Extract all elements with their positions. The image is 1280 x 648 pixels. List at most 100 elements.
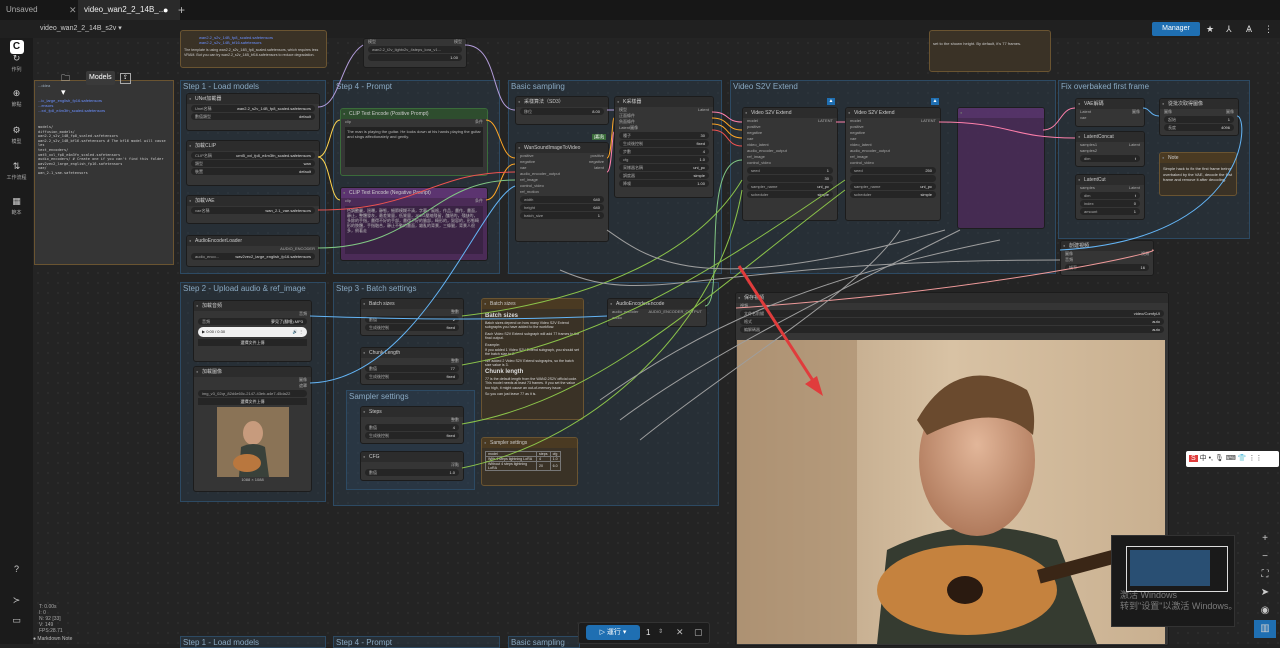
batch-count-input[interactable]: 1 bbox=[646, 625, 650, 640]
fit-view-icon[interactable]: ⛶ bbox=[1254, 566, 1276, 584]
top-right-note[interactable]: set to the shown height. By default, it'… bbox=[929, 30, 1051, 72]
translate-icon[interactable]: ⅄ bbox=[1226, 22, 1232, 36]
widget-row[interactable]: 生成後控制 fixed bbox=[365, 373, 459, 380]
group-prompt-copy[interactable]: Step 4 - Prompt bbox=[333, 636, 500, 648]
load-image-node[interactable]: 加載圖像 圖像 遮罩 img_v3_02qr_82d4e60c-2147-43e… bbox=[193, 366, 312, 492]
widget-row[interactable]: 步數 4 bbox=[619, 148, 709, 155]
widget-row[interactable]: 幀率 16 bbox=[1065, 264, 1149, 271]
subgraph-icon[interactable]: ▲ bbox=[931, 98, 939, 105]
widget-row[interactable]: 裝置 default bbox=[191, 168, 315, 175]
close-icon[interactable]: ✕ bbox=[69, 0, 77, 20]
minimap-toggle-icon[interactable]: ▥ bbox=[1254, 620, 1276, 638]
cfg-node[interactable]: CFG 浮點 數值 1.0 bbox=[360, 451, 464, 481]
sync-icon[interactable]: Ѧ bbox=[1246, 22, 1252, 36]
sidebar-item-templates[interactable]: ▦ 範本 bbox=[0, 191, 33, 216]
unet-loader-node[interactable]: UNet加載器 Unet名稱 wan2.2_s2v_14B_fp8_scaled.… bbox=[186, 93, 320, 131]
clip-loader-node[interactable]: 加載CLIP CLIP名稱 umt5_xxl_fp8_e4m3fn_scaled.… bbox=[186, 140, 320, 186]
audio-file-select[interactable]: 音頻 夢見了(翻唱).MP3 bbox=[198, 318, 307, 325]
widget-row[interactable]: scheduler simple bbox=[850, 191, 936, 198]
image-file-select[interactable]: img_v3_02qr_82d4e60c-2147-43eb-a4e7-45da… bbox=[198, 390, 307, 397]
audio-encoder-encode-node[interactable]: AudioEncoderEncode audio_encoder AUDIO_EN… bbox=[607, 298, 707, 327]
model-links-note[interactable]: ...ddea ...ic_large_english_fp16.safeten… bbox=[34, 80, 174, 265]
models-button[interactable]: Models bbox=[86, 71, 115, 85]
create-video-node[interactable]: 創建視頻 圖像 視頻 音頻 幀率 16 bbox=[1060, 240, 1154, 276]
widget-row[interactable]: cfg 1.0 bbox=[619, 156, 709, 163]
sidebar-item-nodes[interactable]: ⊕ 節點 bbox=[0, 83, 33, 108]
widget-row[interactable]: seed 250 bbox=[850, 167, 936, 174]
widget-row[interactable]: height 640 bbox=[520, 204, 604, 211]
cancel-icon[interactable]: ✕ bbox=[676, 625, 684, 640]
prompt-textarea[interactable]: 色調艷麗，過曝，靜態，細節模糊不清，字幕，風格，作品，畫作，畫面，靜止，整體發灰… bbox=[345, 206, 483, 254]
vae-loader-node[interactable]: 加載VAE vae名稱 wan_2.1_vae.safetensors bbox=[186, 195, 320, 224]
widget-row[interactable]: 采樣器名稱 uni_pc bbox=[619, 164, 709, 171]
widget-row[interactable]: 調度器 simple bbox=[619, 172, 709, 179]
visibility-icon[interactable]: ◉ bbox=[1254, 602, 1276, 620]
widget-row[interactable] bbox=[850, 175, 936, 182]
settings-icon[interactable]: ⋮ bbox=[1264, 22, 1273, 36]
widget-row[interactable]: batch_size 1 bbox=[520, 212, 604, 219]
batch-sizes-node[interactable]: Batch sizes 整數 數值 2 生成後控制 fixed bbox=[360, 298, 464, 336]
export-icon[interactable]: ⇪ bbox=[120, 73, 131, 84]
negative-prompt-node[interactable]: CLIP Text Encode (Negative Prompt) clip条… bbox=[340, 187, 488, 261]
video-s2v-extend-node-2[interactable]: Video S2V Extend modelLATENT positive ne… bbox=[845, 107, 941, 221]
widget-row[interactable]: 降噪 1.00 bbox=[619, 180, 709, 187]
audio-encoder-loader-node[interactable]: AudioEncoderLoader AUDIO_ENCODER audio_e… bbox=[186, 235, 320, 267]
model-sampling-node[interactable]: 采樣算法（SD3） 移位 8.00 bbox=[515, 96, 609, 125]
widget-row[interactable]: 數值 2 bbox=[365, 316, 459, 323]
run-button[interactable]: ▷ 運行 ▾ bbox=[586, 625, 640, 640]
group-basic-sampling-copy[interactable]: Basic sampling bbox=[508, 636, 580, 648]
workflow-name[interactable]: video_wan2_2_14B_s2v ▾ bbox=[40, 20, 122, 38]
subgraph-icon[interactable]: ▲ bbox=[827, 98, 835, 105]
widget-row[interactable]: sampler_name uni_pc bbox=[850, 183, 936, 190]
widget-row[interactable]: 長度 4096 bbox=[1164, 124, 1234, 131]
manager-button[interactable]: Manager bbox=[1152, 22, 1200, 36]
widget-row[interactable]: 移位 8.00 bbox=[520, 108, 604, 115]
widget-row[interactable]: wan2.2_t2v_lightx2v_4steps_lora_v1... bbox=[368, 46, 462, 53]
upload-audio-button[interactable]: 選擇文件上傳 bbox=[198, 339, 307, 346]
latent-concat-node[interactable]: LatentConcat samples1 Latent samples2 dim… bbox=[1075, 131, 1145, 167]
widget-row[interactable]: 1.00 bbox=[368, 54, 462, 61]
load-audio-node[interactable]: 加載音頻 音頻 音頻夢見了(翻唱).MP3 ▶ 0:00 / 0:30🔊 ⋮ 選… bbox=[193, 300, 312, 362]
image-from-batch-node[interactable]: 從批次取得圖像 圖像 圖像 起始 1 長度 4096 bbox=[1159, 98, 1239, 136]
widget-row[interactable]: 生成後控制 fixed bbox=[365, 324, 459, 331]
sidebar-item-queue[interactable]: ↻ 作列 bbox=[0, 48, 33, 73]
widget-row[interactable]: 數值 1.0 bbox=[365, 469, 459, 476]
widget-row[interactable]: 生成後控制 fixed bbox=[619, 140, 709, 147]
positive-prompt-node[interactable]: CLIP Text Encode (Positive Prompt) clip条… bbox=[340, 108, 488, 176]
batch-sizes-note[interactable]: Batch sizes Batch sizes Batch sizes depe… bbox=[481, 298, 584, 420]
star-icon[interactable]: ★ bbox=[1206, 22, 1214, 36]
zoom-out-icon[interactable]: − bbox=[1254, 548, 1276, 566]
help-icon[interactable]: ? bbox=[0, 559, 33, 577]
widget-row[interactable]: width 640 bbox=[520, 196, 604, 203]
select-mode-icon[interactable]: ➤ bbox=[1254, 584, 1276, 602]
widget-row[interactable]: 30 bbox=[747, 175, 833, 182]
bypassed-node[interactable] bbox=[957, 107, 1045, 229]
widget-row[interactable]: amount 1 bbox=[1080, 208, 1140, 215]
new-tab-icon[interactable]: + bbox=[178, 0, 185, 20]
widget-row[interactable]: scheduler simple bbox=[747, 191, 833, 198]
sampler-settings-note[interactable]: Sampler settings modelstepscfg With 4 st… bbox=[481, 437, 578, 486]
widget-row[interactable]: dim t bbox=[1080, 155, 1140, 162]
sidebar-item-models[interactable]: ⚙ 模型 bbox=[0, 120, 33, 145]
folder-icon[interactable]: 🗀▾ bbox=[61, 71, 70, 99]
top-left-note[interactable]: wan2.2_s2v_14B_fp8_scaled.safetensors wa… bbox=[180, 30, 327, 68]
video-s2v-extend-node-1[interactable]: Video S2V Extend modelLATENT positive ne… bbox=[742, 107, 838, 221]
zoom-in-icon[interactable]: + bbox=[1254, 530, 1276, 548]
widget-row[interactable]: 起始 1 bbox=[1164, 116, 1234, 123]
vae-decode-node[interactable]: VAE解碼 Latent 圖像 vae bbox=[1075, 98, 1145, 127]
widget-row[interactable]: 類型 wan bbox=[191, 160, 315, 167]
widget-row[interactable]: 生成後控制 fixed bbox=[365, 432, 459, 439]
stepper-icon[interactable]: ⇕ bbox=[658, 625, 663, 640]
markdown-note-title[interactable]: ● Markdown Note bbox=[33, 636, 72, 642]
wan-sound-image-to-video-node[interactable]: WanSoundImageToVideo positivepositive ne… bbox=[515, 142, 609, 242]
unsaved-dot-icon[interactable]: ● bbox=[163, 0, 168, 20]
widget-row[interactable]: 數值 4 bbox=[365, 424, 459, 431]
keyboard-icon[interactable]: ▭ bbox=[0, 610, 33, 628]
prompt-textarea[interactable]: The man is playing the guitar. He looks … bbox=[345, 127, 483, 167]
chunk-length-node[interactable]: Chunk Length 整數 數值 77 生成後控制 fixed bbox=[360, 347, 464, 385]
widget-row[interactable]: Unet名稱 wan2.2_s2v_14B_fp8_scaled.safetens… bbox=[191, 105, 315, 112]
terminal-icon[interactable]: ≻ bbox=[0, 590, 33, 608]
widget-row[interactable]: 種子 30 bbox=[619, 132, 709, 139]
latent-cut-node[interactable]: LatentCut samples Latent dim t index 0 amou… bbox=[1075, 174, 1145, 220]
upload-image-button[interactable]: 選擇文件上傳 bbox=[198, 398, 307, 405]
